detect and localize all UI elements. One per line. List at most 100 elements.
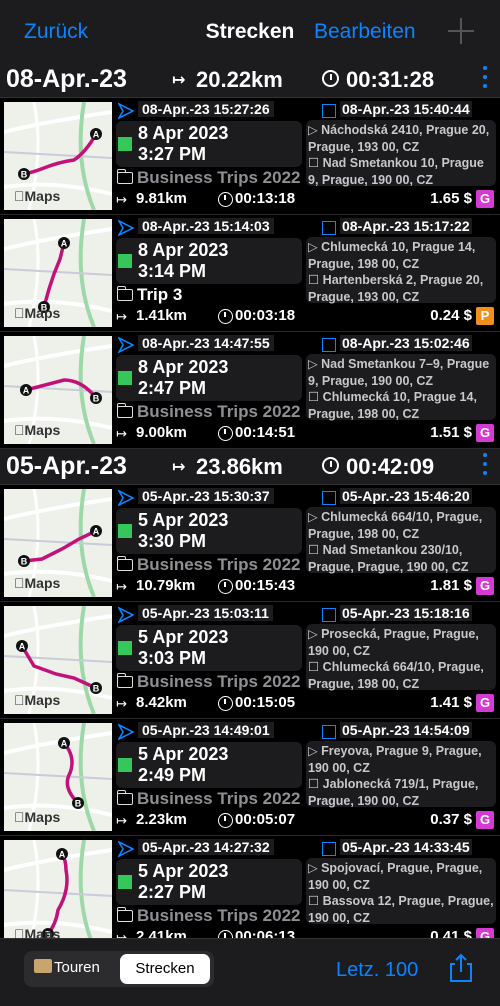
trip-row[interactable]: ABMaps 05-Apr.-23 14:27:32 5 Apr 20232:27… [0, 836, 500, 938]
end-timestamp: 08-Apr.-23 15:40:44 [340, 101, 472, 117]
trip-summary: 08-Apr.-23 14:47:55 8 Apr 2023 2:47 PM Busi… [116, 332, 304, 449]
trip-cost: 0.37 $ [430, 811, 472, 828]
trip-cost: 1.65 $ [430, 190, 472, 207]
route-map[interactable]: ABMaps [4, 489, 112, 597]
end-timestamp: 08-Apr.-23 15:17:22 [340, 218, 472, 234]
day-duration: 00:31:28 [346, 67, 435, 92]
category-badge[interactable]: G [476, 928, 494, 938]
category-badge[interactable]: G [476, 577, 494, 595]
segment-tours[interactable]: Touren [34, 959, 100, 976]
route-map[interactable]: ABMaps [4, 840, 112, 938]
date-box[interactable]: 5 Apr 2023 2:27 PM [116, 859, 302, 905]
distance-icon: ↦ [116, 309, 127, 324]
trip-row[interactable]: ABMaps 08-Apr.-23 15:14:03 8 Apr 20233:14… [0, 215, 500, 332]
edit-button[interactable]: Bearbeiten [314, 20, 416, 44]
date-box[interactable]: 5 Apr 2023 2:49 PM [116, 742, 302, 788]
trip-folder[interactable]: Business Trips 2022 [137, 906, 300, 926]
to-address: ☐ Nad Smetankou 10, Prague 9, Prague, 19… [308, 156, 484, 187]
stop-square-icon [322, 608, 336, 622]
address-box[interactable]: ▷ Náchodská 2410, Prague 20, Prague, 193… [306, 120, 496, 187]
trip-distance: 10.79km [136, 577, 196, 594]
distance-icon: ↦ [116, 579, 127, 594]
trip-folder[interactable]: Business Trips 2022 [137, 672, 300, 692]
trip-details: 08-Apr.-23 15:40:44 ▷ Náchodská 2410, Pra… [306, 98, 500, 215]
date-box[interactable]: 8 Apr 2023 2:47 PM [116, 355, 302, 401]
route-map[interactable]: ABMaps [4, 336, 112, 444]
trip-distance: 1.41km [136, 307, 187, 324]
clock-icon [218, 426, 233, 441]
last-100-button[interactable]: Letz. 100 [336, 959, 418, 982]
more-icon[interactable] [483, 453, 487, 479]
date-box[interactable]: 8 Apr 2023 3:27 PM [116, 121, 302, 167]
status-square-icon [118, 137, 132, 151]
start-flag-icon [118, 103, 134, 119]
status-square-icon [118, 254, 132, 268]
trip-folder[interactable]: Business Trips 2022 [137, 402, 300, 422]
start-flag-icon [118, 337, 134, 353]
address-box[interactable]: ▷ Chlumecká 664/10, Prague, Prague, 198 … [306, 507, 496, 574]
maps-logo: Maps [14, 422, 60, 438]
end-timestamp: 05-Apr.-23 14:33:45 [340, 839, 472, 855]
trip-folder[interactable]: Trip 3 [137, 285, 182, 305]
trip-folder[interactable]: Business Trips 2022 [137, 555, 300, 575]
trip-folder[interactable]: Business Trips 2022 [137, 168, 300, 188]
svg-text:A: A [61, 239, 68, 249]
stop-square-icon [322, 491, 336, 505]
start-timestamp: 05-Apr.-23 15:30:37 [138, 488, 274, 504]
distance-icon: ↦ [116, 930, 127, 938]
category-badge[interactable]: P [476, 307, 494, 325]
svg-text:A: A [93, 527, 100, 537]
more-icon[interactable] [483, 66, 487, 92]
maps-logo: Maps [14, 305, 60, 321]
start-flag-icon [118, 607, 134, 623]
end-timestamp: 05-Apr.-23 15:18:16 [340, 605, 472, 621]
category-badge[interactable]: G [476, 424, 494, 442]
trip-row[interactable]: A B Maps 05-Apr.-23 15:30:37 5 Apr 20233:30… [0, 485, 500, 602]
share-icon[interactable] [448, 953, 474, 983]
trip-distance: 9.00km [136, 424, 187, 441]
route-map[interactable]: ABMaps [4, 606, 112, 714]
start-flag-icon [118, 841, 134, 857]
folder-icon [117, 403, 133, 418]
date-box[interactable]: 5 Apr 2023 3:30 PM [116, 508, 302, 554]
trip-row[interactable]: A B Maps 08-Apr.-23 14:47:55 8 Apr 20232:47… [0, 332, 500, 449]
category-badge[interactable]: G [476, 694, 494, 712]
address-box[interactable]: ▷ Prosecká, Prague, Prague, 190 00, CZ ☐ … [306, 624, 496, 691]
address-box[interactable]: ▷ Chlumecká 10, Prague 14, Prague, 198 0… [306, 237, 496, 304]
day-duration: 00:42:09 [346, 454, 435, 479]
trip-distance: 9.81km [136, 190, 187, 207]
folder-icon [117, 790, 133, 805]
date-box[interactable]: 5 Apr 2023 3:03 PM [116, 625, 302, 671]
to-address: ☐ Bassova 12, Prague, Prague, 190 00, CZ [308, 894, 494, 925]
category-badge[interactable]: G [476, 190, 494, 208]
box-icon [34, 959, 52, 973]
address-box[interactable]: ▷ Freyova, Prague 9, Prague, 190 00, CZ ☐… [306, 741, 496, 808]
trip-row[interactable]: A B Maps 08-Apr.-23 15:27:26 8 Apr 20233:27… [0, 98, 500, 215]
to-address: ☐ Hartenberská 2, Prague 20, Prague, 193… [308, 273, 484, 304]
address-box[interactable]: ▷ Spojovací, Prague, Prague, 190 00, CZ ☐… [306, 858, 496, 925]
view-segmented-control[interactable]: Touren Strecken [24, 951, 214, 987]
start-timestamp: 05-Apr.-23 14:27:32 [138, 839, 274, 855]
trip-folder[interactable]: Business Trips 2022 [137, 789, 300, 809]
start-timestamp: 05-Apr.-23 14:49:01 [138, 722, 274, 738]
route-map[interactable]: ABMaps [4, 102, 112, 210]
route-map[interactable]: ABMaps [4, 219, 112, 327]
svg-text:A: A [23, 386, 30, 396]
clock-icon [218, 813, 233, 828]
stop-square-icon [322, 104, 336, 118]
route-map[interactable]: ABMaps [4, 723, 112, 831]
stop-square-icon [322, 725, 336, 739]
trip-row[interactable]: A B Maps 05-Apr.-23 15:03:11 5 Apr 20233:03… [0, 602, 500, 719]
segment-routes[interactable]: Strecken [120, 954, 210, 984]
trip-duration: 00:06:13 [235, 928, 296, 938]
plus-icon[interactable] [448, 18, 474, 44]
start-flag-icon [118, 724, 134, 740]
maps-logo: Maps [14, 188, 60, 204]
trip-list[interactable]: 08-Apr.-23↦20.22km00:31:28ABMaps08-Apr.… [0, 62, 500, 938]
start-timestamp: 05-Apr.-23 15:03:11 [138, 605, 273, 621]
date-box[interactable]: 8 Apr 2023 3:14 PM [116, 238, 302, 284]
trip-time: 2:49 PM [138, 765, 207, 785]
trip-row[interactable]: A B Maps 05-Apr.-23 14:49:01 5 Apr 20232:49… [0, 719, 500, 836]
category-badge[interactable]: G [476, 811, 494, 829]
address-box[interactable]: ▷ Nad Smetankou 7–9, Prague 9, Prague, 1… [306, 354, 496, 421]
